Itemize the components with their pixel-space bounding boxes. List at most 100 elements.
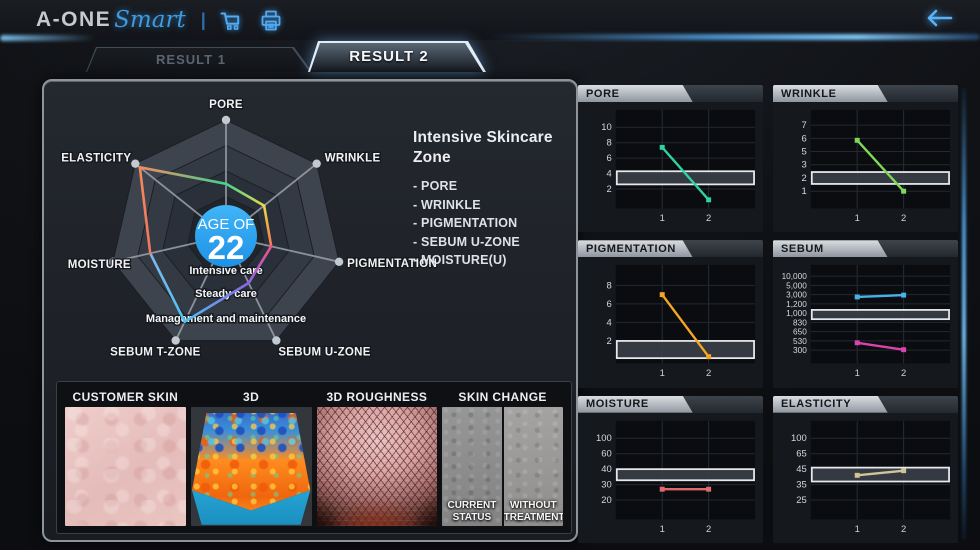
x-tick-label: 1 — [855, 523, 860, 534]
y-tick-label: 10,000 — [782, 272, 808, 281]
y-tick-label: 2 — [802, 172, 807, 183]
chart-target-band — [812, 310, 949, 319]
chart-panel-wrinkle: WRINKLE76532112 — [773, 85, 958, 232]
chart-point-sebum-lower — [855, 341, 860, 346]
radar-vertex-dot — [272, 336, 280, 344]
x-tick-label: 1 — [855, 368, 860, 379]
chart-point-elasticity — [901, 468, 906, 473]
y-tick-label: 650 — [793, 328, 807, 337]
y-tick-label: 5,000 — [786, 282, 807, 291]
chart-body-pigmentation: 8 6 4 2 1 2 — [578, 257, 763, 387]
strip-image-3d — [191, 407, 312, 526]
app-header: A-ONE Smart | — [0, 0, 980, 40]
chart-panel-pore: PORE10864212 — [578, 85, 763, 232]
tab-result-1[interactable]: RESULT 1 — [86, 47, 312, 72]
zone-item: - SEBUM U-ZONE — [413, 233, 575, 252]
skin-change-images: CURRENT STATUSWITHOUT TREATMENT — [442, 407, 563, 526]
chart-header-elasticity: ELASTICITY — [773, 396, 958, 413]
chart-point-pore — [660, 145, 665, 150]
app-screen: A-ONE Smart | — [0, 0, 980, 550]
radar-axis-label-sebum-u-zone: SEBUM U-ZONE — [278, 347, 370, 359]
y-tick-label: 35 — [796, 478, 807, 489]
y-tick-label: 30 — [601, 478, 612, 489]
radar-vertex-dot — [222, 116, 230, 124]
tab-result-2-label[interactable]: RESULT 2 — [308, 41, 486, 72]
chart-title-tab: PORE — [578, 85, 693, 102]
chart-point-pigmentation — [660, 293, 665, 298]
chart-plot-sebum: 10,0005,0003,0001,2001,00083065053030012 — [773, 259, 958, 387]
chart-target-band — [617, 341, 754, 358]
cart-icon[interactable] — [219, 9, 243, 32]
y-tick-label: 1 — [802, 185, 807, 196]
chart-point-moisture — [706, 486, 711, 491]
x-tick-label: 2 — [706, 523, 711, 534]
zone-list: - PORE- WRINKLE- PIGMENTATION- SEBUM U-Z… — [413, 177, 575, 270]
y-tick-label: 3 — [802, 159, 807, 170]
y-tick-label: 10 — [601, 121, 612, 132]
chart-header-moisture: MOISTURE — [578, 396, 763, 413]
radar-ring-label: Management and maintenance — [146, 313, 306, 325]
chart-header-wrinkle: WRINKLE — [773, 85, 958, 102]
zone-item: - PIGMENTATION — [413, 214, 575, 233]
skin-change-image-current: CURRENT STATUS — [442, 407, 501, 526]
radar-axis-label-moisture: MOISTURE — [68, 259, 131, 271]
x-tick-label: 1 — [660, 368, 665, 379]
chart-title: PIGMENTATION — [586, 243, 676, 255]
chart-panel-moisture: MOISTURE1006040302012 — [578, 396, 763, 543]
tab-result-1-label[interactable]: RESULT 1 — [86, 47, 312, 72]
y-tick-label: 6 — [607, 298, 612, 309]
radar-axis-label-pore: PORE — [209, 99, 243, 111]
strip-panel-3d: 3D — [191, 387, 312, 526]
chart-title: SEBUM — [781, 243, 824, 255]
zone-item: - WRINKLE — [413, 196, 575, 215]
chart-plot-pore: 10864212 — [578, 104, 763, 232]
chart-title-tab: PIGMENTATION — [578, 240, 693, 257]
strip-panel-title: 3D — [191, 387, 312, 407]
chart-title: PORE — [586, 88, 620, 100]
y-tick-label: 830 — [793, 319, 807, 328]
y-tick-label: 40 — [601, 463, 612, 474]
y-tick-label: 45 — [796, 463, 807, 474]
y-tick-label: 7 — [802, 119, 807, 130]
strip-panel-title: 3D ROUGHNESS — [317, 387, 438, 407]
y-tick-label: 6 — [802, 132, 807, 143]
x-tick-label: 1 — [660, 212, 665, 223]
brand-logo: A-ONE — [36, 8, 111, 32]
strip-panel-3d-roughness: 3D ROUGHNESS — [317, 387, 438, 526]
y-tick-label: 4 — [607, 317, 612, 328]
chart-title: ELASTICITY — [781, 398, 851, 410]
chart-target-band — [812, 467, 949, 481]
skin-change-caption: WITHOUT TREATMENT — [504, 500, 563, 523]
print-icon[interactable] — [259, 9, 283, 32]
radar-axis-label-sebum-t-zone: SEBUM T-ZONE — [110, 347, 201, 359]
y-tick-label: 100 — [791, 432, 807, 443]
skin-image-strip: CUSTOMER SKIN3D3D ROUGHNESSSKIN CHANGECU… — [56, 381, 572, 534]
x-tick-label: 2 — [706, 368, 711, 379]
y-tick-label: 65 — [796, 447, 807, 458]
tab-result-2[interactable]: RESULT 2 — [308, 41, 486, 72]
chart-point-wrinkle — [901, 189, 906, 194]
chart-target-band — [617, 469, 754, 480]
skin-change-caption: CURRENT STATUS — [442, 500, 501, 523]
chart-point-pore — [706, 197, 711, 202]
radar-vertex-dot — [171, 336, 179, 344]
x-tick-label: 2 — [901, 523, 906, 534]
y-tick-label: 8 — [607, 137, 612, 148]
chart-body-sebum: 10,0005,0003,0001,2001,00083065053030012 — [773, 257, 958, 387]
chart-point-wrinkle — [855, 138, 860, 143]
y-tick-label: 530 — [793, 337, 807, 346]
zone-item: - MOISTURE(U) — [413, 251, 575, 270]
y-tick-label: 8 — [607, 280, 612, 291]
chart-point-elasticity — [855, 473, 860, 478]
back-arrow-icon[interactable] — [922, 8, 954, 33]
chart-point-sebum-upper — [901, 293, 906, 298]
chart-point-pigmentation — [706, 355, 711, 360]
chart-body-elasticity: 1006545352512 — [773, 413, 958, 543]
chart-header-pore: PORE — [578, 85, 763, 102]
chart-header-pigmentation: PIGMENTATION — [578, 240, 763, 257]
y-tick-label: 2 — [607, 335, 612, 346]
radar-axis-label-wrinkle: WRINKLE — [325, 153, 381, 165]
x-tick-label: 2 — [901, 212, 906, 223]
strip-panel-skin-change: SKIN CHANGECURRENT STATUSWITHOUT TREATME… — [442, 387, 563, 526]
header-separator: | — [201, 10, 206, 31]
